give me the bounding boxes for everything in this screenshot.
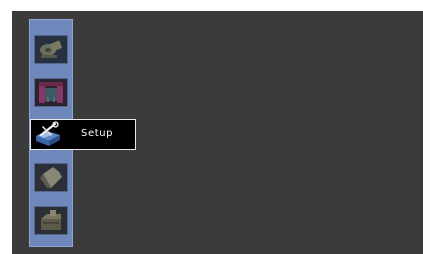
- menu-item-label: Setup: [81, 128, 114, 139]
- setup-toolbox-icon: [33, 121, 63, 148]
- theater-stage-icon: [35, 79, 67, 106]
- screen-edge: [411, 11, 423, 254]
- menu-item-storage[interactable]: [34, 206, 68, 235]
- menu-item-setup[interactable]: Setup: [30, 119, 136, 150]
- menu-item-film[interactable]: [34, 35, 68, 64]
- menu-item-disc[interactable]: [34, 163, 68, 192]
- storage-box-icon: [35, 207, 67, 234]
- film-reel-icon: [35, 36, 67, 63]
- disc-tray-icon: [35, 164, 67, 191]
- menu-item-theater[interactable]: [34, 78, 68, 107]
